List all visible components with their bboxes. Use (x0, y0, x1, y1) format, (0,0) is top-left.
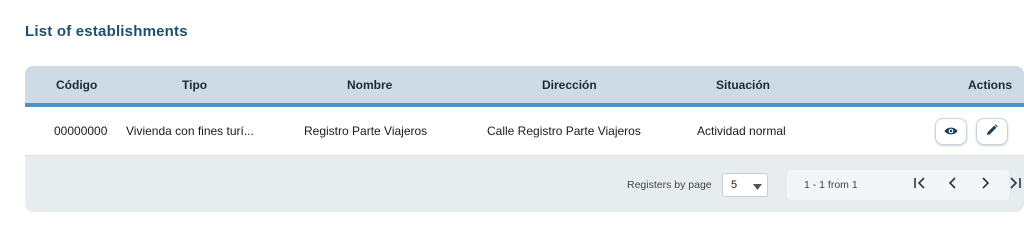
prev-page-button[interactable] (944, 176, 962, 194)
page-title: List of establishments (25, 23, 188, 40)
table-header: Código Tipo Nombre Dirección Situación A… (25, 66, 1024, 107)
first-page-icon (913, 176, 927, 194)
next-page-button[interactable] (976, 176, 994, 194)
prev-page-icon (948, 176, 958, 194)
registers-by-page-label: Registers by page (627, 179, 712, 191)
cell-nombre: Registro Parte Viajeros (304, 124, 428, 138)
column-header-nombre[interactable]: Nombre (347, 78, 392, 92)
column-header-direccion[interactable]: Dirección (542, 78, 597, 92)
chevron-down-icon (753, 181, 762, 193)
establishments-table: Código Tipo Nombre Dirección Situación A… (25, 66, 1024, 212)
cell-direccion: Calle Registro Parte Viajeros (487, 124, 641, 138)
first-page-button[interactable] (911, 176, 929, 194)
table-row: 00000000 Vivienda con fines turí... Regi… (25, 107, 1024, 156)
eye-icon (944, 123, 958, 141)
next-page-icon (980, 176, 990, 194)
page-size-value: 5 (731, 179, 738, 191)
cell-situacion: Actividad normal (697, 124, 786, 138)
last-page-button[interactable] (1006, 176, 1024, 194)
cell-codigo: 00000000 (54, 124, 108, 138)
pencil-icon (986, 123, 998, 141)
page-size-select[interactable]: 5 (722, 173, 768, 197)
cell-tipo: Vivienda con fines turí... (126, 124, 254, 138)
last-page-icon (1008, 176, 1022, 194)
view-button[interactable] (935, 118, 967, 145)
column-header-actions: Actions (968, 78, 1013, 92)
column-header-tipo[interactable]: Tipo (182, 78, 207, 92)
pagination: 1 - 1 from 1 (787, 170, 1021, 200)
edit-button[interactable] (976, 118, 1008, 145)
column-header-situacion[interactable]: Situación (716, 78, 770, 92)
pagination-range: 1 - 1 from 1 (804, 179, 858, 191)
column-header-codigo[interactable]: Código (56, 78, 97, 92)
